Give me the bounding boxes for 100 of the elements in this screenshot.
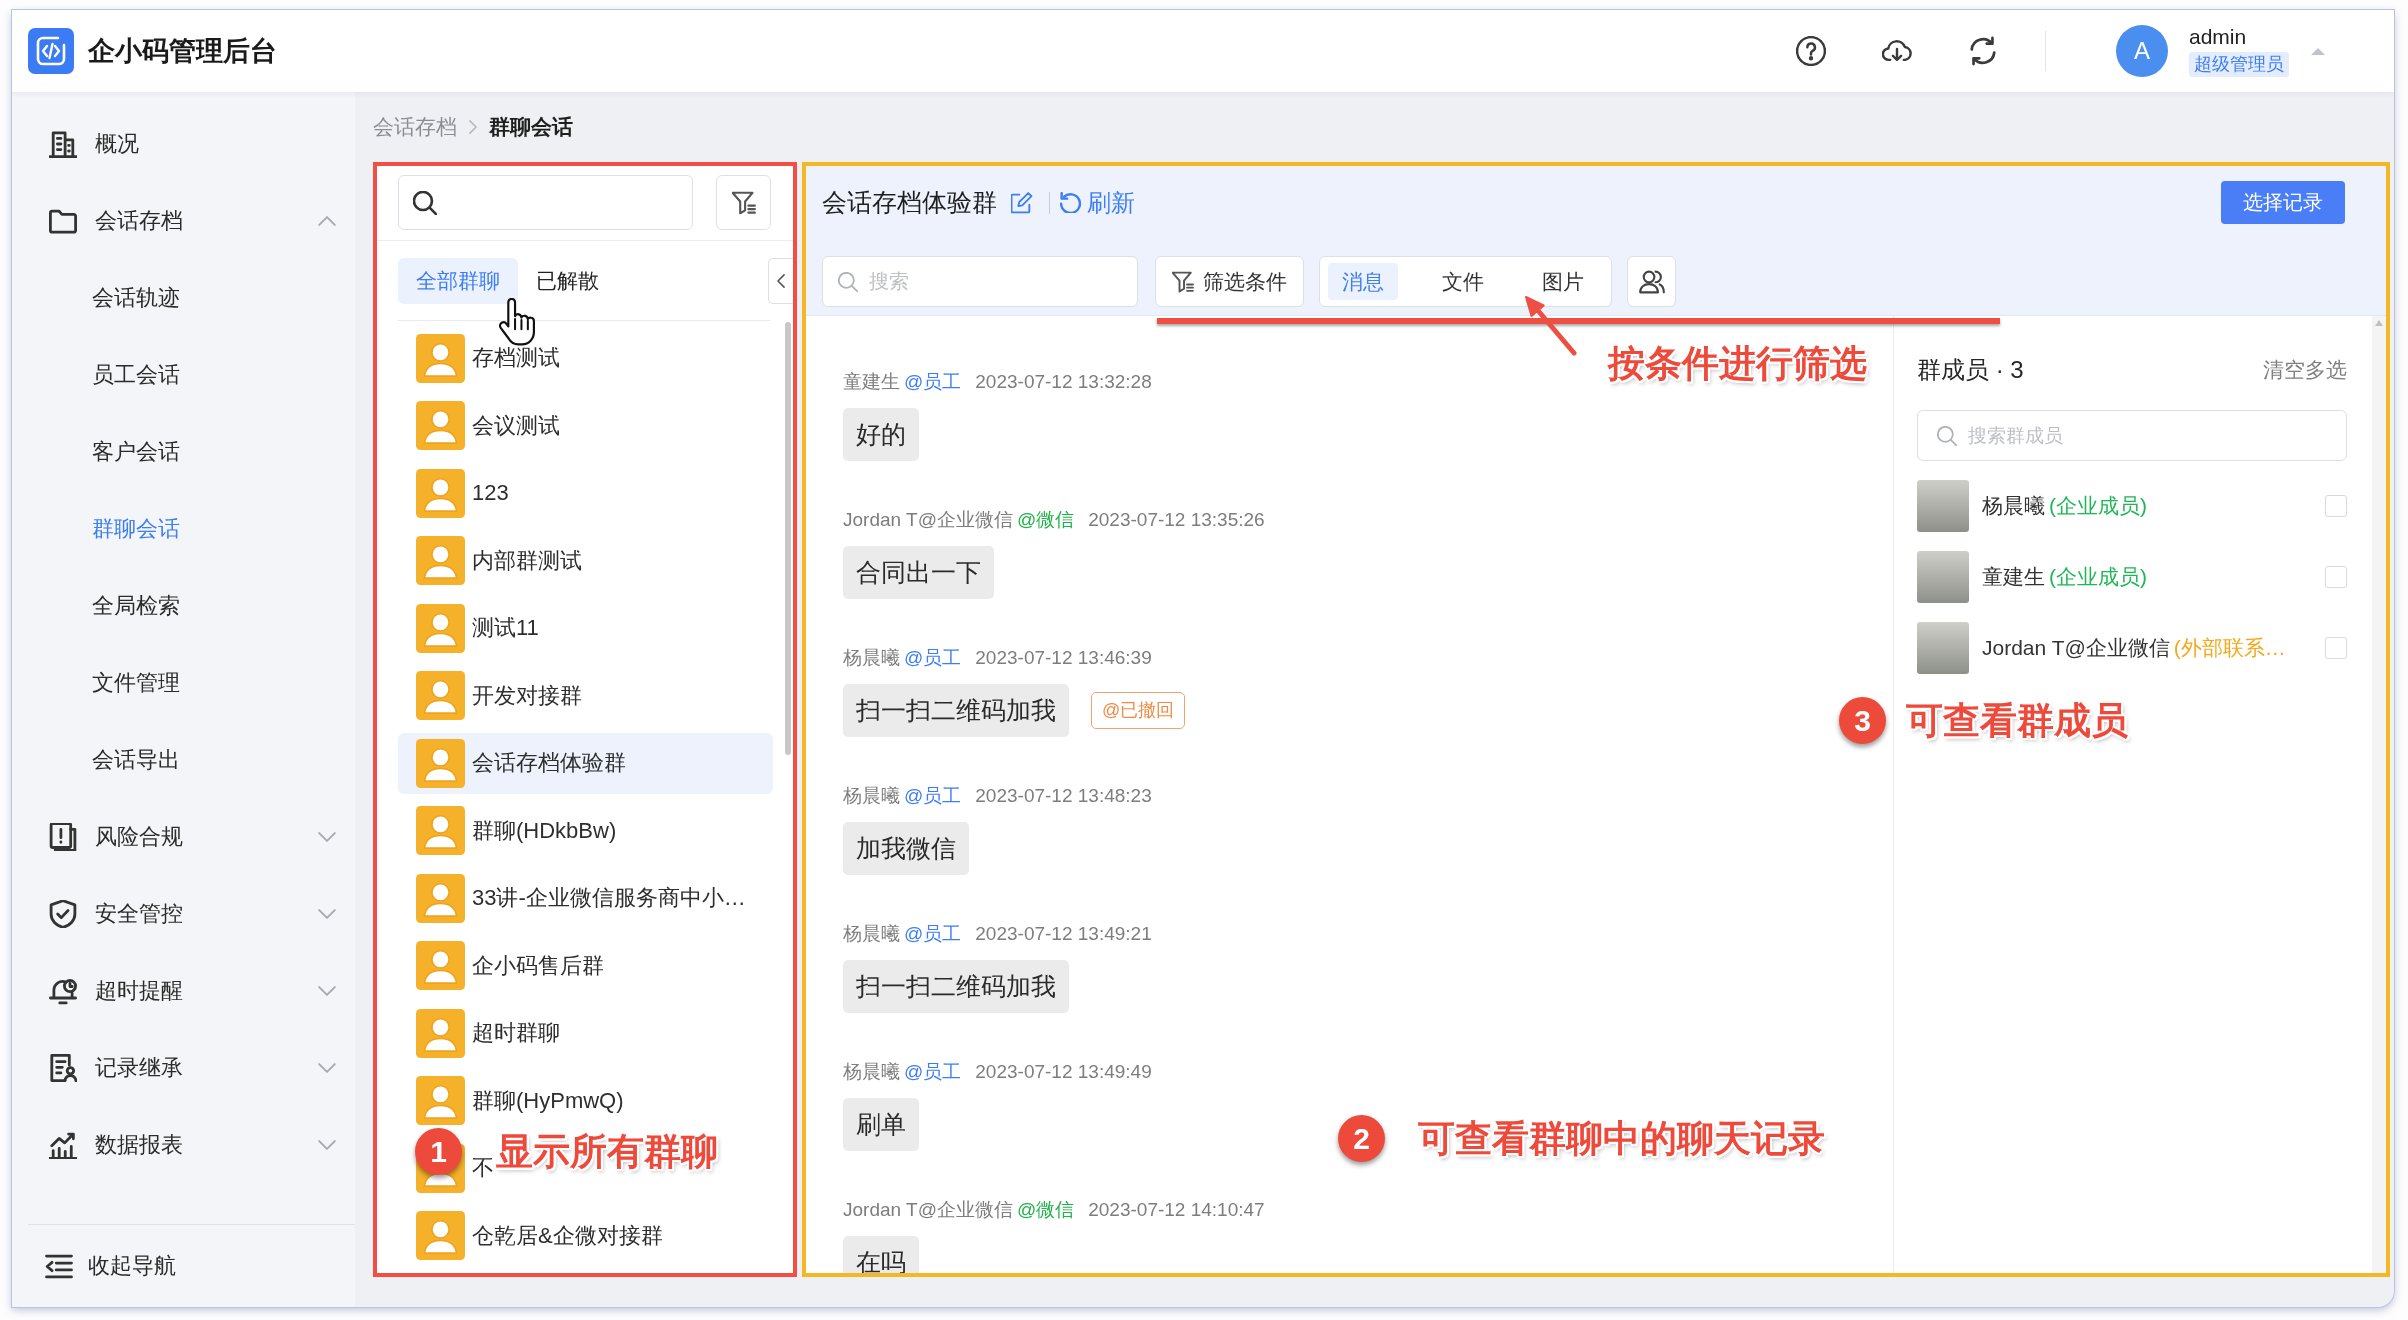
- message-bubble: 合同出一下: [843, 546, 994, 599]
- group-list-item[interactable]: 123: [472, 478, 509, 508]
- search-field[interactable]: 搜索群成员: [1917, 410, 2347, 461]
- message-time: 2023-07-12 13:49:49: [975, 1061, 1152, 1083]
- person-avatar-icon: [416, 401, 465, 450]
- nav-item[interactable]: 客户会话: [12, 413, 355, 490]
- nav-item[interactable]: 风险合规: [12, 798, 355, 875]
- nav-item[interactable]: 群聊会话: [12, 490, 355, 567]
- person-avatar-icon: [416, 1211, 465, 1260]
- collapse-panel-button[interactable]: [768, 258, 793, 304]
- nav-item[interactable]: 安全管控: [12, 875, 355, 952]
- scrollbar-thumb[interactable]: [785, 322, 791, 755]
- building-icon: [49, 129, 77, 158]
- users-icon: [1638, 269, 1665, 294]
- edit-icon[interactable]: [1011, 191, 1033, 214]
- nav-item[interactable]: 会话导出: [12, 721, 355, 798]
- collapse-menu-icon: [45, 1253, 73, 1279]
- search-icon: [838, 271, 858, 292]
- refresh-icon: [1060, 192, 1081, 213]
- person-avatar-icon: [416, 671, 465, 720]
- nav-item[interactable]: 数据报表: [12, 1106, 355, 1183]
- filter-button[interactable]: [716, 175, 771, 230]
- group-list-item[interactable]: 内部群测试: [472, 545, 582, 576]
- tab[interactable]: 文件: [1428, 263, 1498, 300]
- checkbox[interactable]: [2325, 637, 2347, 659]
- sender-name: 杨晨曦: [843, 784, 900, 808]
- sender-tag: @员工: [904, 369, 962, 395]
- clear-selection-link[interactable]: 清空多选: [2263, 356, 2347, 384]
- annotation-text: 显示所有群聊: [496, 1131, 718, 1172]
- sender-name: Jordan T@企业微信: [843, 1198, 1013, 1222]
- nav-item[interactable]: 超时提醒: [12, 952, 355, 1029]
- breadcrumb-current: 群聊会话: [489, 114, 573, 140]
- hand-cursor-icon: [499, 298, 537, 346]
- group-list-item[interactable]: 不: [472, 1153, 494, 1183]
- sender-tag: @员工: [904, 645, 962, 671]
- message-bubble: 加我微信: [843, 822, 969, 875]
- user-name: admin: [2189, 25, 2247, 49]
- photo-placeholder: [1917, 622, 1969, 674]
- group-list-item[interactable]: 测试11: [472, 613, 539, 643]
- nav-item[interactable]: 员工会话: [12, 336, 355, 413]
- search-field[interactable]: 搜索: [822, 256, 1138, 307]
- nav-item[interactable]: 概况: [12, 105, 355, 182]
- nav-item[interactable]: 记录继承: [12, 1029, 355, 1106]
- nav-item[interactable]: 文件管理: [12, 644, 355, 721]
- group-list-item[interactable]: 群聊(HyPmwQ): [472, 1085, 624, 1116]
- group-list-item[interactable]: 仓乾居&企微对接群: [472, 1220, 663, 1251]
- search-icon: [1937, 425, 1957, 446]
- collapse-nav-button[interactable]: 收起导航: [45, 1251, 176, 1281]
- photo-placeholder: [1917, 480, 1969, 532]
- caret-up-icon[interactable]: [2310, 46, 2326, 56]
- search-field[interactable]: [398, 175, 693, 230]
- tab[interactable]: 图片: [1528, 263, 1598, 300]
- chart-icon: [49, 1130, 77, 1159]
- sender-name: 杨晨曦: [843, 646, 900, 670]
- member-role: (企业成员): [2049, 564, 2147, 590]
- select-records-button[interactable]: 选择记录: [2221, 181, 2345, 224]
- message-time: 2023-07-12 13:32:28: [975, 371, 1152, 393]
- group-list-item[interactable]: 会话存档体验群: [398, 732, 773, 794]
- message-time: 2023-07-12 13:35:26: [1088, 509, 1265, 531]
- person-avatar-icon: [416, 536, 465, 585]
- member-role: (外部联系…: [2173, 635, 2286, 661]
- message-bubble: 扫一扫二维码加我: [843, 960, 1069, 1013]
- checkbox[interactable]: [2325, 566, 2347, 588]
- group-list-item[interactable]: 超时群聊: [472, 1018, 560, 1048]
- sender-tag: @微信: [1016, 1197, 1075, 1223]
- code-logo-icon: [28, 28, 74, 74]
- person-avatar-icon: [416, 738, 465, 788]
- nav-item[interactable]: 全局检索: [12, 567, 355, 644]
- members-button[interactable]: [1627, 256, 1676, 307]
- chat-title: 会话存档体验群: [822, 187, 997, 218]
- annotation-text: 按条件进行筛选: [1608, 344, 1867, 384]
- shield-check-icon: [49, 899, 77, 928]
- nav-item[interactable]: 会话轨迹: [12, 259, 355, 336]
- person-avatar-icon: [416, 603, 465, 653]
- person-avatar-icon: [416, 941, 465, 990]
- app-title: 企小码管理后台: [88, 35, 277, 68]
- group-list-item[interactable]: 群聊(HDkbBw): [472, 815, 617, 846]
- alert-document-icon: [49, 822, 77, 851]
- filter-icon: [731, 190, 756, 215]
- annotation-text: 可查看群聊中的聊天记录: [1418, 1118, 1825, 1159]
- group-list-item[interactable]: 存档测试: [472, 343, 560, 373]
- filter-icon: [1172, 270, 1194, 293]
- sync-icon[interactable]: [1968, 36, 1998, 66]
- sender-name: 杨晨曦: [843, 922, 900, 946]
- group-list-item[interactable]: 会议测试: [472, 410, 560, 441]
- help-icon[interactable]: [1796, 36, 1826, 66]
- chevron-right-icon: [469, 120, 477, 134]
- sender-tag: @员工: [904, 783, 962, 809]
- nav-item[interactable]: 会话存档: [12, 182, 355, 259]
- checkbox[interactable]: [2325, 495, 2347, 517]
- message-bubble: 扫一扫二维码加我: [843, 684, 1069, 737]
- message-time: 2023-07-12 13:48:23: [975, 785, 1152, 807]
- scroll-up-arrow-icon[interactable]: [2375, 320, 2383, 326]
- sender-name: Jordan T@企业微信: [843, 508, 1013, 532]
- group-list-item[interactable]: 开发对接群: [472, 680, 582, 711]
- tab[interactable]: 已解散: [518, 258, 617, 304]
- group-list-item[interactable]: 33讲-企业微信服务商中小…: [472, 883, 746, 913]
- filter-button[interactable]: 筛选条件: [1155, 256, 1304, 307]
- group-list-item[interactable]: 企小码售后群: [472, 950, 604, 981]
- pointer-arrow: [1523, 294, 1579, 356]
